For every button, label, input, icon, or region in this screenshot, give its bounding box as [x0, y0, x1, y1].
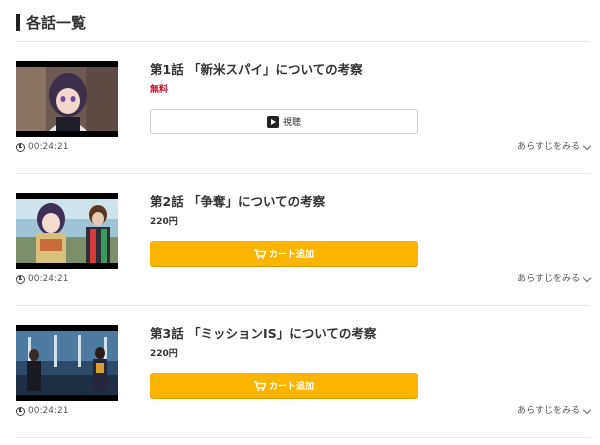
episode-item-2: 00:24:21 第2話 「争奪」についての考察 220円 カート追加 あらすじ… [16, 174, 592, 306]
duration-text: 00:24:21 [28, 406, 69, 416]
episode-price: 220円 [150, 349, 178, 359]
add-to-cart-button[interactable]: カート追加 [150, 241, 418, 266]
play-icon [266, 115, 279, 128]
chevron-down-icon [582, 141, 592, 150]
show-synopsis-link[interactable]: あらすじをみる [517, 141, 592, 153]
episode-list-header: 各話一覧 [16, 10, 590, 42]
duration-text: 00:24:21 [28, 274, 69, 284]
episode-duration: 00:24:21 [16, 141, 68, 153]
episode-thumbnail[interactable] [16, 61, 118, 137]
episode-item-3: 00:24:21 第3話 「ミッションIS」についての考察 220円 カート追加… [16, 306, 592, 438]
clock-icon [16, 142, 25, 152]
cart-icon [253, 380, 266, 391]
episode-duration: 00:24:21 [16, 273, 68, 285]
cart-button-label: カート追加 [268, 250, 314, 260]
cart-button-label: カート追加 [268, 382, 314, 392]
episode-title[interactable]: 第3話 「ミッションIS」についての考察 [150, 326, 376, 342]
episode-thumbnail[interactable] [16, 325, 118, 401]
clock-icon [16, 406, 25, 416]
chevron-down-icon [582, 405, 592, 414]
episode-duration: 00:24:21 [16, 405, 68, 417]
show-synopsis-link[interactable]: あらすじをみる [517, 405, 592, 417]
cart-icon [253, 248, 266, 259]
episode-title[interactable]: 第1話 「新米スパイ」についての考察 [150, 62, 363, 78]
chevron-down-icon [582, 273, 592, 282]
synopsis-label: あらすじをみる [517, 406, 580, 416]
episode-thumbnail[interactable] [16, 193, 118, 269]
watch-button-label: 視聴 [282, 118, 301, 128]
section-title: 各話一覧 [26, 14, 87, 32]
episode-item-1: 00:24:21 第1話 「新米スパイ」についての考察 無料 視聴 あらすじをみ… [16, 42, 592, 174]
add-to-cart-button[interactable]: カート追加 [150, 373, 418, 398]
episode-price: 無料 [150, 85, 169, 95]
synopsis-label: あらすじをみる [517, 142, 580, 152]
show-synopsis-link[interactable]: あらすじをみる [517, 273, 592, 285]
section-accent-bar [16, 14, 20, 31]
synopsis-label: あらすじをみる [517, 274, 580, 284]
watch-button[interactable]: 視聴 [150, 109, 418, 134]
episode-title[interactable]: 第2話 「争奪」についての考察 [150, 194, 325, 210]
episode-price: 220円 [150, 217, 178, 227]
duration-text: 00:24:21 [28, 142, 69, 152]
clock-icon [16, 274, 25, 284]
